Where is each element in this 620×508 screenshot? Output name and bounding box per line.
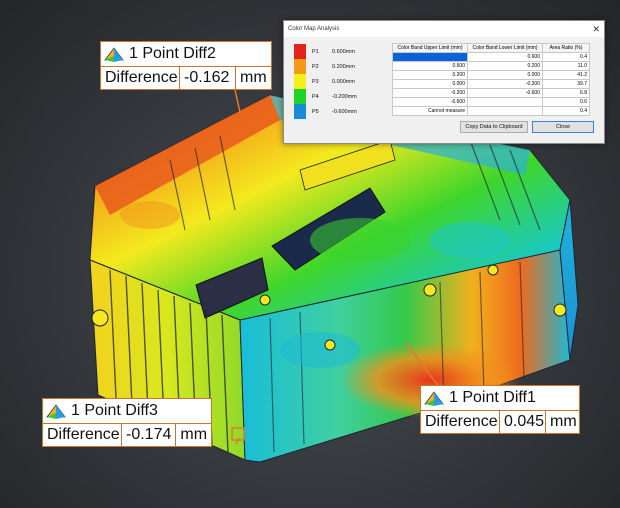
table-cell: Cannot measure [392,106,468,116]
legend-label: P2 [312,63,319,70]
table-cell: 0.600 [467,52,543,62]
callout-header: 1 Point Diff1 [421,386,579,411]
legend-value: 0.600mm [332,48,355,55]
legend-value: -0.600mm [332,108,357,115]
dialog-titlebar[interactable]: Color Map Analysis ✕ [284,21,604,37]
point-measure-icon [103,44,125,64]
callout-title: 1 Point Diff1 [449,389,536,406]
table-cell: 11.0 [542,61,590,71]
table-row[interactable]: Cannot measure 0.4 [392,106,590,116]
table-row[interactable]: -0.600 0.6 [392,97,590,107]
table-cell: 0.000 [392,79,468,89]
callout-label: Difference [101,67,180,89]
legend-label: P3 [312,78,319,85]
callout-value: -0.162 [180,67,236,89]
legend-swatch [294,89,306,104]
callout-value: -0.174 [122,424,177,446]
color-legend: P1 0.600mm P2 0.200mm P3 0.000mm P4 -0.2… [294,44,374,119]
column-header: Color Band Lower Limit (mm) [467,43,543,53]
legend-band: P1 0.600mm [294,44,374,59]
table-cell: 0.6 [542,97,590,107]
callout-title: 1 Point Diff3 [71,402,158,419]
table-row[interactable]: -0.200 -0.600 6.8 [392,88,590,98]
legend-band: P3 0.000mm [294,74,374,89]
callout-point-diff1[interactable]: 1 Point Diff1 Difference 0.045 mm [420,385,580,434]
table-cell: 6.8 [542,88,590,98]
color-map-analysis-dialog[interactable]: Color Map Analysis ✕ P1 0.600mm P2 0.200… [283,20,605,144]
callout-label: Difference [43,424,122,446]
table-cell: 0.200 [392,70,468,80]
legend-swatch [294,59,306,74]
table-cell: -0.600 [467,88,543,98]
table-cell: 39.7 [542,79,590,89]
callout-value: 0.045 [500,411,546,433]
legend-label: P5 [312,108,319,115]
legend-value: 0.200mm [332,63,355,70]
legend-label: P1 [312,48,319,55]
table-cell [467,106,543,116]
point-measure-icon [45,401,67,421]
table-row[interactable]: 0.000 -0.200 39.7 [392,79,590,89]
legend-swatch [294,104,306,119]
dialog-title: Color Map Analysis [288,26,340,32]
table-cell: 0.4 [542,52,590,62]
legend-band: P2 0.200mm [294,59,374,74]
legend-swatch [294,44,306,59]
close-button[interactable]: Close [532,121,594,133]
table-cell: 0.000 [467,70,543,80]
copy-to-clipboard-button[interactable]: Copy Data to Clipboard [460,121,528,133]
table-cell: -0.200 [392,88,468,98]
table-cell: 0.600 [392,61,468,71]
table-cell [392,52,468,62]
callout-unit: mm [180,426,208,443]
table-cell: 0.200 [467,61,543,71]
legend-value: 0.000mm [332,78,355,85]
table-cell [467,97,543,107]
point-measure-icon [423,388,445,408]
legend-label: P4 [312,93,319,100]
callout-label: Difference [421,411,500,433]
close-icon[interactable]: ✕ [592,21,600,37]
table-cell: 41.2 [542,70,590,80]
table-header-row: Color Band Upper Limit (mm) Color Band L… [392,43,590,53]
legend-swatch [294,74,306,89]
column-header: Area Ratio (%) [542,43,590,53]
callout-point-diff2[interactable]: 1 Point Diff2 Difference -0.162 mm [100,41,272,90]
legend-band: P4 -0.200mm [294,89,374,104]
table-row[interactable]: 0.600 0.4 [392,52,590,62]
table-cell: -0.200 [467,79,543,89]
table-cell: 0.4 [542,106,590,116]
callout-title: 1 Point Diff2 [129,45,216,62]
table-row[interactable]: 0.200 0.000 41.2 [392,70,590,80]
callout-header: 1 Point Diff2 [101,42,271,67]
callout-point-diff3[interactable]: 1 Point Diff3 Difference -0.174 mm [42,398,212,447]
table-cell: -0.600 [392,97,468,107]
table-row[interactable]: 0.600 0.200 11.0 [392,61,590,71]
color-band-table: Color Band Upper Limit (mm) Color Band L… [392,43,590,116]
column-header: Color Band Upper Limit (mm) [392,43,468,53]
legend-value: -0.200mm [332,93,357,100]
callout-header: 1 Point Diff3 [43,399,211,424]
legend-band: P5 -0.600mm [294,104,374,119]
callout-unit: mm [550,413,577,430]
callout-unit: mm [240,69,267,86]
